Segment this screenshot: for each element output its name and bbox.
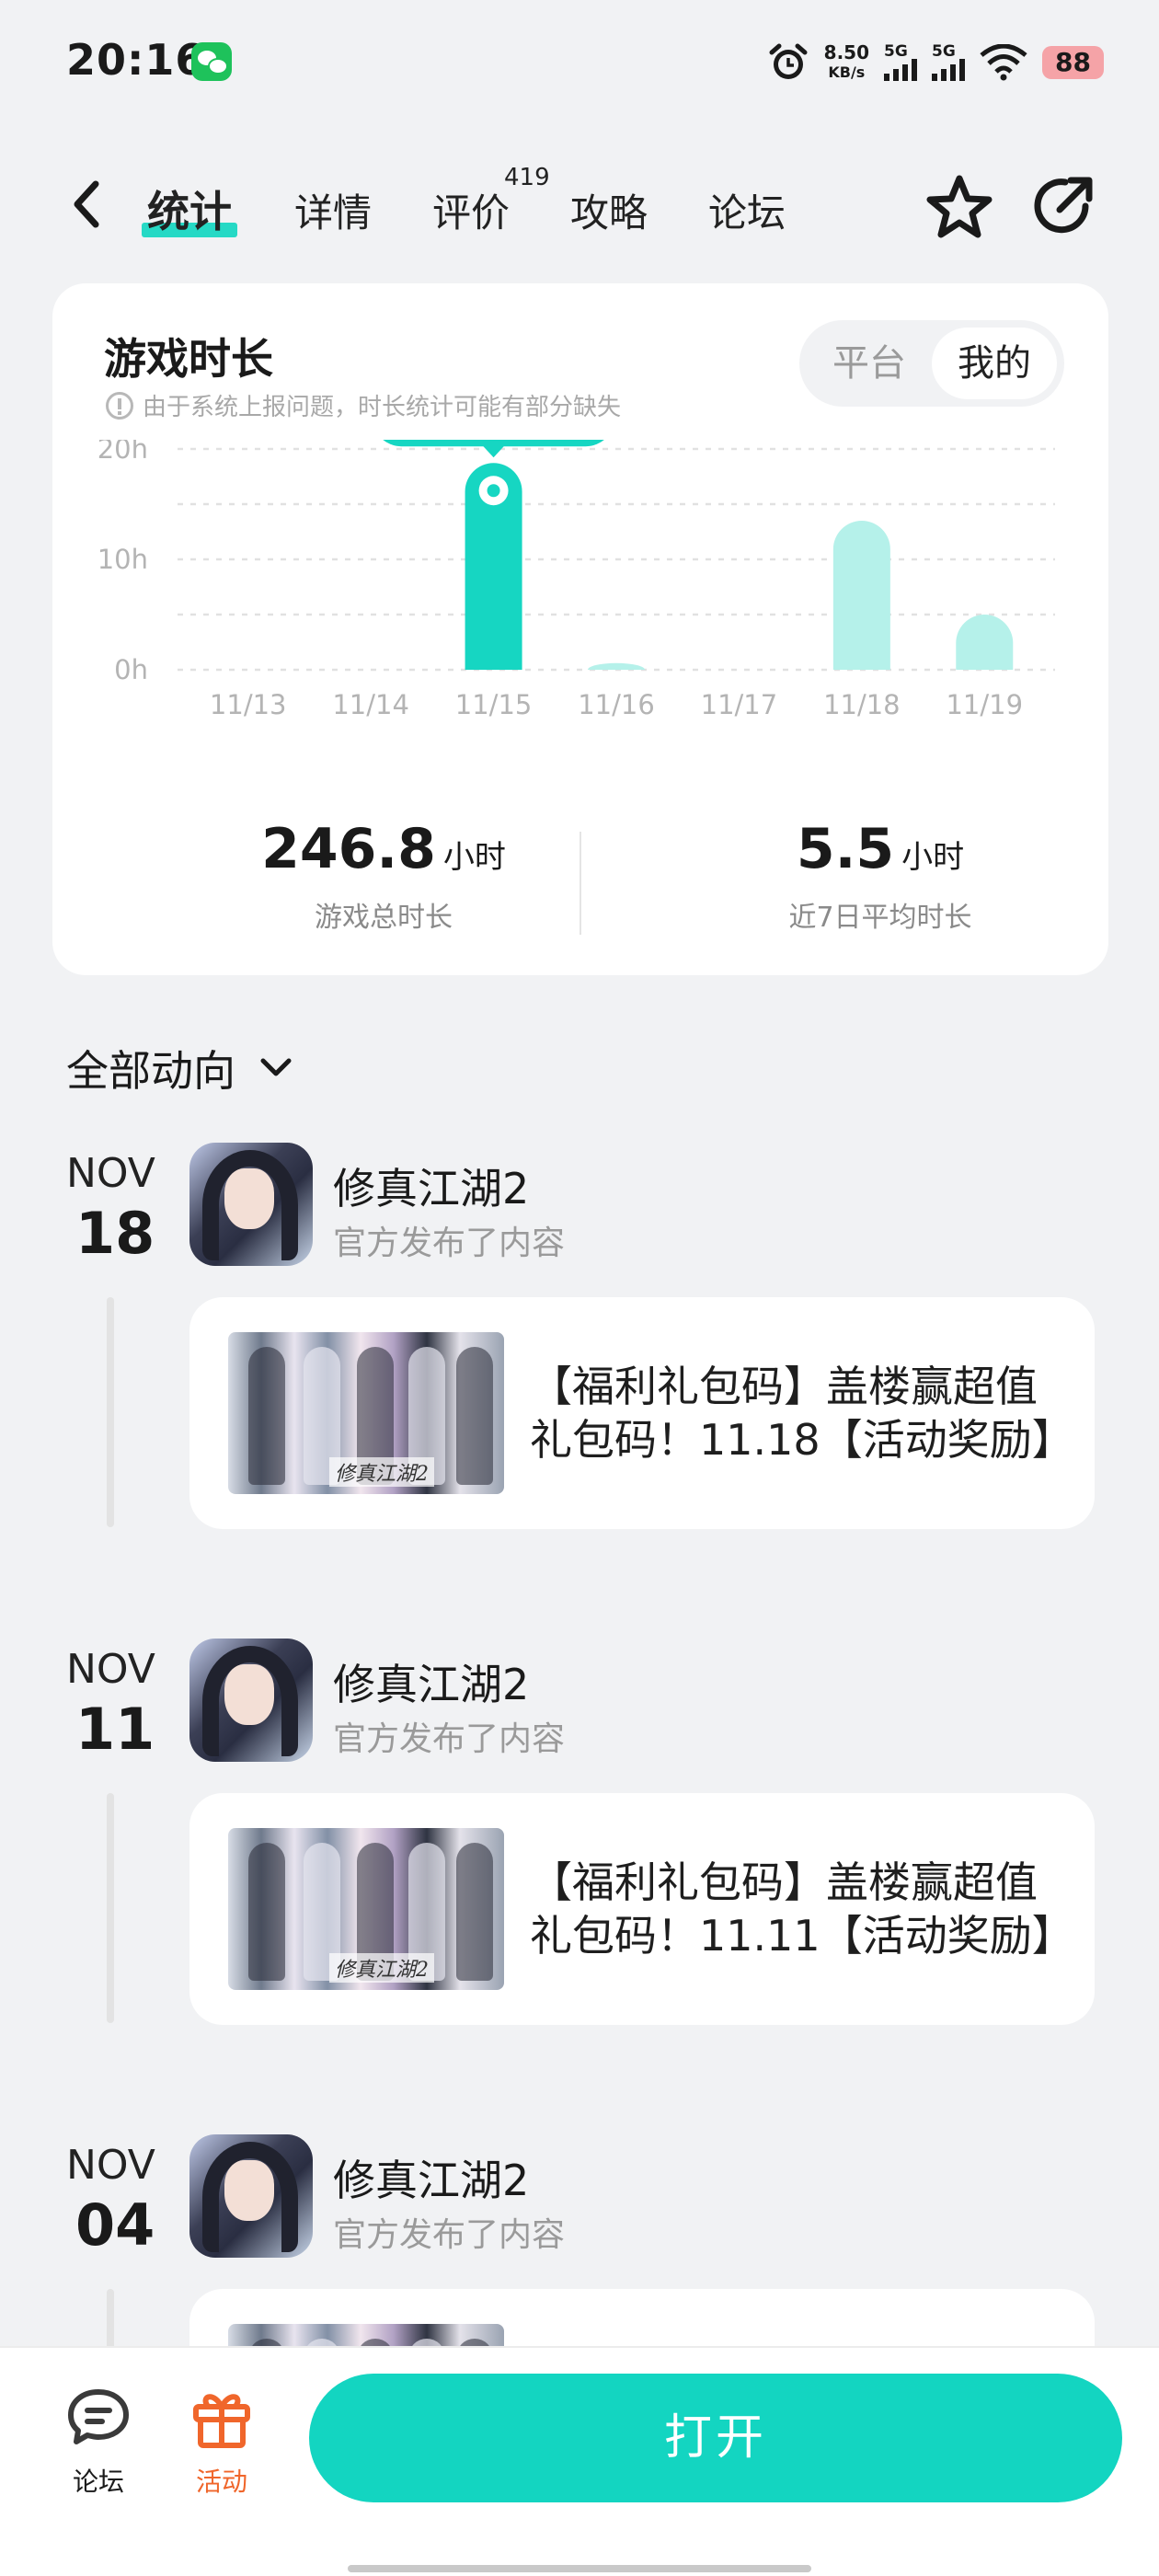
activity-label: 活动 — [195, 2467, 247, 2497]
tab-guides[interactable]: 攻略 — [570, 182, 648, 238]
feed-item: NOV 11 修真江湖2 官方发布了内容 修真江湖2 【福利礼包码】盖楼赢超值礼… — [0, 1639, 1159, 2043]
status-time: 20:16 — [66, 35, 206, 85]
signal-bars-icon — [884, 59, 918, 81]
feed-date-day: 04 — [75, 2191, 155, 2259]
x-tick-label: 11/13 — [210, 689, 287, 720]
alarm-icon — [769, 43, 808, 79]
feed-date-month: NOV — [66, 1150, 155, 1197]
network-speed-unit: KB/s — [828, 63, 866, 81]
feed-date-day: 18 — [75, 1200, 155, 1267]
total-time-value: 246.8 — [261, 817, 436, 881]
wechat-notification-icon — [191, 42, 232, 81]
x-tick-label: 11/15 — [455, 689, 533, 720]
game-avatar[interactable] — [189, 1143, 313, 1266]
data-notice: 由于系统上报问题，时长统计可能有部分缺失 — [106, 388, 621, 422]
average-time-unit: 小时 — [901, 839, 965, 876]
card-title: 游戏时长 — [104, 334, 273, 384]
feed-date-month: NOV — [66, 2142, 155, 2189]
post-card[interactable]: 修真江湖2 【福利礼包码】盖楼赢超值礼包码！11.18【活动奖励】 — [189, 1297, 1095, 1529]
tab-details[interactable]: 详情 — [294, 182, 372, 238]
wifi-icon — [980, 44, 1027, 81]
tab-stats[interactable]: 统计 — [142, 178, 237, 239]
thumbnail-logo: 修真江湖2 — [329, 1457, 434, 1487]
reviews-count-badge: 419 — [504, 164, 550, 191]
toggle-platform[interactable]: 平台 — [814, 328, 924, 399]
game-avatar[interactable] — [189, 2134, 313, 2258]
share-icon[interactable] — [1028, 171, 1098, 241]
total-time-label: 游戏总时长 — [315, 902, 453, 934]
chevron-down-icon — [260, 1058, 292, 1076]
x-tick-label: 11/17 — [701, 689, 778, 720]
chart-tooltip-pointer — [482, 445, 505, 458]
back-arrow-icon[interactable] — [64, 177, 110, 232]
timeline-line — [107, 1297, 114, 1527]
stat-divider — [580, 832, 581, 935]
chart-bar — [588, 662, 645, 670]
thumbnail-logo: 修真江湖2 — [329, 1953, 434, 1983]
x-tick-label: 11/18 — [823, 689, 901, 720]
total-time-stat: 246.8 小时 游戏总时长 — [154, 817, 614, 935]
post-card[interactable]: 修真江湖2 【福利礼包码】盖楼赢超值礼包码！11.11【活动奖励】 — [189, 1793, 1095, 2025]
bottom-action-bar: 论坛 活动 打开 — [0, 2346, 1159, 2576]
feed-author[interactable]: 修真江湖2 — [333, 2147, 529, 2208]
chart-tooltip — [383, 440, 604, 447]
star-icon[interactable] — [923, 171, 996, 245]
activity-button[interactable]: 活动 — [171, 2383, 272, 2499]
feed-item: NOV 18 修真江湖2 官方发布了内容 修真江湖2 【福利礼包码】盖楼赢超值礼… — [0, 1143, 1159, 1547]
post-thumbnail: 修真江湖2 — [228, 1332, 504, 1494]
top-nav: 统计 详情 评价 419 攻略 论坛 — [0, 156, 1159, 258]
post-title: 【福利礼包码】盖楼赢超值礼包码！11.11【活动奖励】 — [530, 1857, 1063, 1961]
open-game-button[interactable]: 打开 — [309, 2374, 1122, 2502]
total-time-unit: 小时 — [442, 839, 506, 876]
chart-bar — [832, 521, 890, 670]
average-time-label: 近7日平均时长 — [788, 902, 972, 934]
bar-marker-inner — [487, 484, 500, 498]
notice-text: 由于系统上报问题，时长统计可能有部分缺失 — [143, 394, 622, 421]
signal-bars-icon — [932, 59, 966, 81]
info-icon — [106, 391, 133, 420]
feed-date-day: 11 — [75, 1696, 155, 1763]
play-time-card: 游戏时长 由于系统上报问题，时长统计可能有部分缺失 平台 我的 20h 10h 0h… — [52, 283, 1108, 975]
average-time-stat: 5.5 小时 近7日平均时长 — [650, 817, 1110, 935]
post-thumbnail: 修真江湖2 — [228, 1828, 504, 1990]
platform-mine-toggle: 平台 我的 — [799, 320, 1064, 407]
home-indicator[interactable] — [348, 2565, 811, 2572]
network-speed: 8.50 KB/s — [824, 43, 869, 82]
feed-author[interactable]: 修真江湖2 — [333, 1156, 529, 1216]
status-bar: 20:16 8.50 KB/s 5G 5G 88 — [0, 0, 1159, 120]
average-time-value: 5.5 — [796, 817, 895, 881]
tab-reviews[interactable]: 评价 — [432, 182, 510, 238]
toggle-mine[interactable]: 我的 — [932, 328, 1057, 399]
x-tick-label: 11/16 — [578, 689, 655, 720]
feed-filter-dropdown[interactable]: 全部动向 — [66, 1038, 296, 1098]
forum-label: 论坛 — [72, 2467, 124, 2497]
timeline-line — [107, 1793, 114, 2023]
forum-chat-icon — [68, 2389, 129, 2444]
battery-indicator: 88 — [1042, 46, 1104, 79]
feed-action: 官方发布了内容 — [333, 1720, 566, 1758]
chart-bar — [956, 615, 1014, 670]
feed-action: 官方发布了内容 — [333, 2216, 566, 2254]
y-tick-label: 20h — [98, 440, 148, 465]
x-tick-label: 11/14 — [332, 689, 409, 720]
tab-forum[interactable]: 论坛 — [708, 182, 786, 238]
network-speed-value: 8.50 — [823, 41, 870, 63]
feed-action: 官方发布了内容 — [333, 1225, 566, 1262]
feed-author[interactable]: 修真江湖2 — [333, 1651, 529, 1712]
y-tick-label: 0h — [114, 654, 148, 685]
signal-label: 5G — [932, 42, 956, 61]
status-icons: 8.50 KB/s 5G 5G 88 — [767, 37, 1104, 88]
signal-5g-1: 5G — [884, 42, 918, 81]
signal-5g-2: 5G — [932, 42, 966, 81]
game-avatar[interactable] — [189, 1639, 313, 1762]
feed-date-month: NOV — [66, 1646, 155, 1693]
post-title: 【福利礼包码】盖楼赢超值礼包码！11.18【活动奖励】 — [530, 1362, 1063, 1465]
y-tick-label: 10h — [98, 544, 148, 575]
signal-label: 5G — [884, 42, 908, 61]
forum-button[interactable]: 论坛 — [48, 2383, 149, 2499]
feed-filter-label: 全部动向 — [66, 1046, 235, 1096]
play-time-chart: 20h10h0h11/1311/1411/1518小时44分钟11/1611/1… — [98, 440, 1055, 720]
gift-icon — [193, 2394, 250, 2448]
x-tick-label: 11/19 — [946, 689, 1023, 720]
